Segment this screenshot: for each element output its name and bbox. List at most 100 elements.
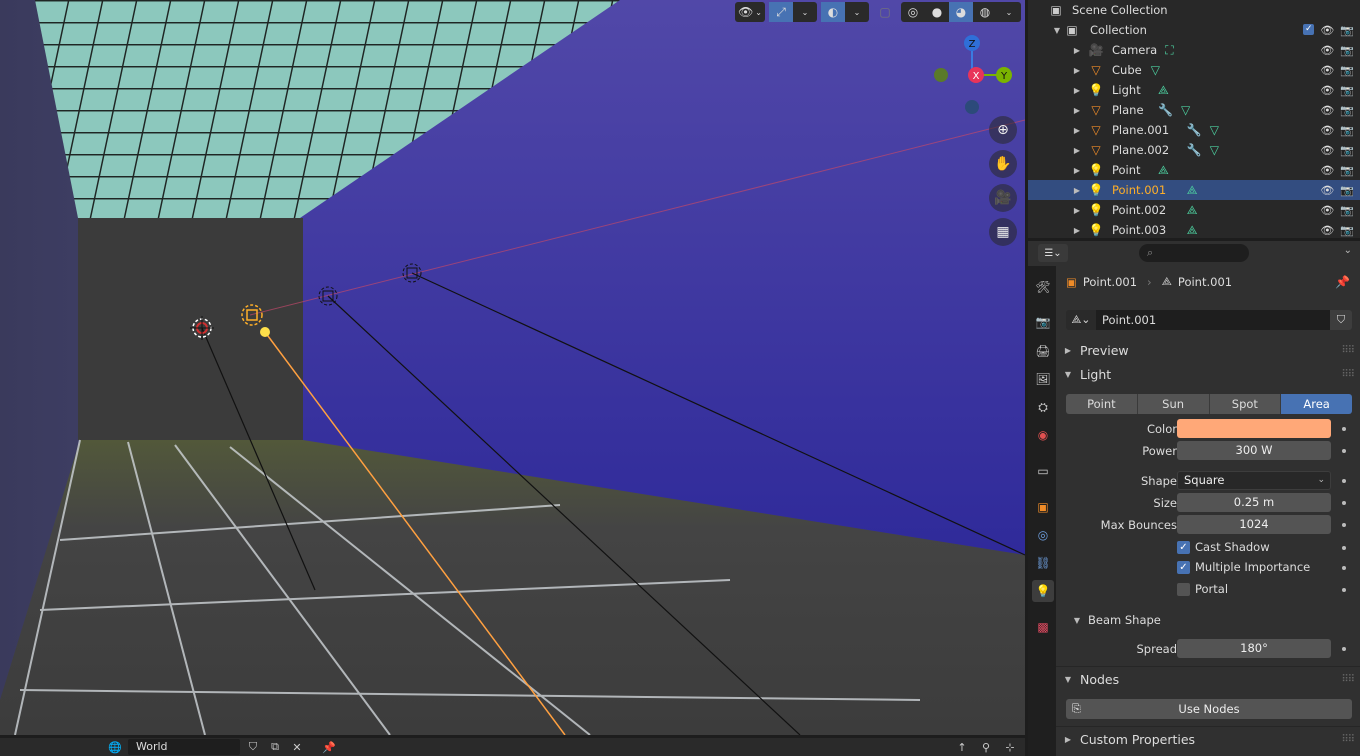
eye-icon[interactable]: 👁	[1320, 144, 1334, 157]
outliner-item[interactable]: ▶ ▽ Cube ▽ 👁 📷	[1028, 60, 1360, 80]
keyframe-dot-icon[interactable]	[1342, 501, 1346, 505]
view-object-types-button[interactable]: 👁 ⌄	[735, 2, 765, 22]
light-type-point-button[interactable]: Point	[1066, 394, 1138, 414]
eye-icon[interactable]: 👁	[1320, 184, 1334, 197]
expand-triangle-icon[interactable]: ▶	[1072, 206, 1082, 215]
eye-icon[interactable]: 👁	[1320, 204, 1334, 217]
camera-view-icon[interactable]: 🎥	[989, 184, 1017, 212]
cast-shadow-checkbox[interactable]: ✓ Cast Shadow	[1177, 540, 1270, 554]
world-name-field[interactable]: World	[128, 739, 240, 755]
editor-type-button[interactable]: ☰⌄	[1038, 244, 1068, 262]
expand-triangle-icon[interactable]: ▶	[1072, 166, 1082, 175]
keyframe-dot-icon[interactable]	[1342, 588, 1346, 592]
shading-menu-button[interactable]: ⌄	[997, 2, 1021, 22]
pan-hand-icon[interactable]: ✋	[989, 150, 1017, 178]
camera-render-icon[interactable]: 📷	[1340, 64, 1354, 77]
arrow-up-icon[interactable]: ↑	[953, 739, 971, 755]
outliner-scene-collection[interactable]: ▣ Scene Collection	[1028, 0, 1360, 20]
output-tab-icon[interactable]: 🖨	[1032, 340, 1054, 362]
wireframe-shading-button[interactable]: ◎	[901, 2, 925, 22]
eye-icon[interactable]: 👁	[1320, 24, 1334, 37]
light-type-spot-button[interactable]: Spot	[1209, 394, 1282, 414]
view-layer-tab-icon[interactable]: 🖼	[1032, 368, 1054, 390]
overlay-toggle-button[interactable]: ◐	[821, 2, 845, 22]
panel-light[interactable]: ▼ Light ⠿⠿	[1056, 362, 1360, 386]
color-swatch[interactable]	[1177, 419, 1331, 438]
keyframe-dot-icon[interactable]	[1342, 449, 1346, 453]
world-icon[interactable]: 🌐	[106, 739, 124, 755]
snap-icon[interactable]: ⚲	[977, 739, 995, 755]
mesh-data-icon[interactable]: ▽	[1151, 63, 1160, 77]
eye-icon[interactable]: 👁	[1320, 84, 1334, 97]
light-data-icon[interactable]: ⟁	[1187, 223, 1198, 238]
camera-render-icon[interactable]: 📷	[1340, 144, 1354, 157]
drag-grip-icon[interactable]: ⠿⠿	[1341, 369, 1355, 380]
fake-user-shield-icon[interactable]: ⛉	[1330, 310, 1352, 330]
solid-shading-button[interactable]: ●	[925, 2, 949, 22]
max-bounces-field[interactable]: 1024	[1177, 515, 1331, 534]
outliner-item[interactable]: ▶ 💡 Point.001 ⟁ 👁 📷	[1028, 180, 1360, 200]
expand-triangle-icon[interactable]: ▶	[1072, 46, 1082, 55]
outliner-item[interactable]: ▶ ▽ Plane.001 🔧 ▽ 👁 📷	[1028, 120, 1360, 140]
light-type-area-button[interactable]: Area	[1281, 394, 1352, 414]
shape-dropdown[interactable]: Square ⌄	[1177, 471, 1331, 490]
datablock-name-field[interactable]: Point.001	[1096, 310, 1330, 330]
panel-custom-properties[interactable]: ▶ Custom Properties ⠿⠿	[1056, 727, 1360, 751]
camera-render-icon[interactable]: 📷	[1340, 164, 1354, 177]
keyframe-dot-icon[interactable]	[1342, 427, 1346, 431]
outliner-item[interactable]: ▶ 💡 Light ⟁ 👁 📷	[1028, 80, 1360, 100]
properties-search-input[interactable]: ⌕	[1139, 244, 1249, 262]
use-nodes-button[interactable]: ⎘ Use Nodes	[1066, 699, 1352, 719]
expand-triangle-icon[interactable]: ▶	[1072, 66, 1082, 75]
camera-render-icon[interactable]: 📷	[1340, 84, 1354, 97]
multiple-importance-checkbox[interactable]: ✓ Multiple Importance	[1177, 560, 1310, 574]
mesh-data-icon[interactable]: ▽	[1181, 103, 1190, 117]
gizmo-neg-y-axis[interactable]	[934, 68, 948, 82]
render-tab-icon[interactable]: 📷	[1032, 311, 1054, 333]
keyframe-dot-icon[interactable]	[1342, 523, 1346, 527]
collection-checkbox[interactable]: ✓	[1303, 23, 1315, 35]
keyframe-dot-icon[interactable]	[1342, 546, 1346, 550]
world-tab-icon[interactable]: ◉	[1032, 424, 1054, 446]
camera-data-icon[interactable]: ⛶	[1165, 43, 1173, 58]
camera-render-icon[interactable]: 📷	[1340, 44, 1354, 57]
light-type-sun-button[interactable]: Sun	[1137, 394, 1210, 414]
outliner-item[interactable]: ▶ ▽ Plane.002 🔧 ▽ 👁 📷	[1028, 140, 1360, 160]
navigation-gizmo[interactable]: Z Y X	[915, 30, 1015, 125]
fake-user-shield-icon[interactable]: ⛉	[244, 739, 262, 755]
modifier-wrench-icon[interactable]: 🔧	[1187, 143, 1202, 157]
collection-tab-icon[interactable]: ▭	[1032, 460, 1054, 482]
light-data-icon[interactable]: ⟁	[1158, 83, 1169, 98]
object-tab-icon[interactable]: ▣	[1032, 496, 1054, 518]
eye-icon[interactable]: 👁	[1320, 124, 1334, 137]
mesh-data-icon[interactable]: ▽	[1210, 123, 1219, 137]
portal-checkbox[interactable]: Portal	[1177, 582, 1228, 596]
outliner-item[interactable]: ▶ ▽ Plane 🔧 ▽ 👁 📷	[1028, 100, 1360, 120]
keyframe-dot-icon[interactable]	[1342, 566, 1346, 570]
expand-triangle-icon[interactable]: ▶	[1072, 226, 1082, 235]
drag-grip-icon[interactable]: ⠿⠿	[1341, 345, 1355, 356]
camera-render-icon[interactable]: 📷	[1340, 104, 1354, 117]
texture-tab-icon[interactable]: ▩	[1032, 616, 1054, 638]
chevron-down-icon[interactable]: ⌄	[1344, 245, 1352, 256]
3d-viewport[interactable]: 👁 ⌄ ⤢ ⌄ ◐ ⌄ ▢ ◎ ● ◕ ◍ ⌄ Z Y X ⊕ ✋ 🎥 ▦	[0, 0, 1025, 735]
close-icon[interactable]: ✕	[288, 739, 306, 755]
overlay-menu-button[interactable]: ⌄	[845, 2, 869, 22]
expand-triangle-icon[interactable]: ▶	[1072, 186, 1082, 195]
eye-icon[interactable]: 👁	[1320, 64, 1334, 77]
constraints-tab-icon[interactable]: ⛓	[1032, 552, 1054, 574]
camera-render-icon[interactable]: 📷	[1340, 204, 1354, 217]
light-data-icon[interactable]: ⟁	[1187, 203, 1198, 218]
spread-field[interactable]: 180°	[1177, 639, 1331, 658]
keyframe-dot-icon[interactable]	[1342, 647, 1346, 651]
rendered-shading-button[interactable]: ◍	[973, 2, 997, 22]
perspective-grid-icon[interactable]: ▦	[989, 218, 1017, 246]
mesh-data-icon[interactable]: ▽	[1210, 143, 1219, 157]
outliner-item[interactable]: ▶ 💡 Point.002 ⟁ 👁 📷	[1028, 200, 1360, 220]
drag-grip-icon[interactable]: ⠿⠿	[1341, 734, 1355, 745]
eye-icon[interactable]: 👁	[1320, 164, 1334, 177]
expand-triangle-icon[interactable]: ▶	[1072, 106, 1082, 115]
outliner-item[interactable]: ▶ 💡 Point.003 ⟁ 👁 📷	[1028, 220, 1360, 238]
eye-icon[interactable]: 👁	[1320, 44, 1334, 57]
camera-render-icon[interactable]: 📷	[1340, 184, 1354, 197]
